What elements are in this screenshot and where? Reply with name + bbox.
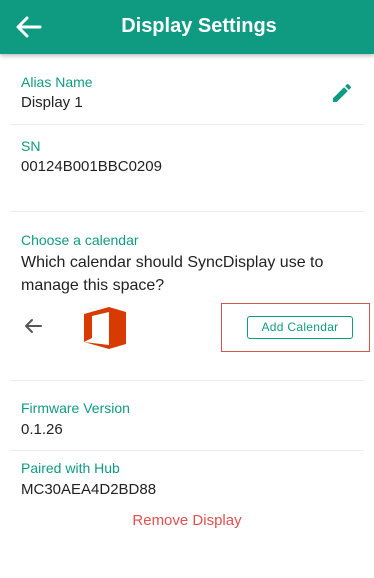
remove-display-button[interactable]: Remove Display <box>0 512 374 529</box>
app-bar: Display Settings <box>0 0 374 54</box>
sn-value: 00124B001BBC0209 <box>21 158 162 175</box>
add-calendar-button[interactable]: Add Calendar <box>247 316 353 339</box>
office-365-icon[interactable] <box>82 306 128 350</box>
firmware-value: 0.1.26 <box>21 421 63 438</box>
hub-value: MC30AEA4D2BD88 <box>21 481 157 498</box>
alias-name-label: Alias Name <box>21 74 93 90</box>
alias-name-value: Display 1 <box>21 94 83 111</box>
calendar-question: Which calendar should SyncDisplay use to… <box>21 254 324 294</box>
divider <box>10 450 364 451</box>
firmware-label: Firmware Version <box>21 400 130 416</box>
arrow-left-icon <box>25 319 42 333</box>
divider <box>10 380 364 381</box>
divider <box>10 211 364 212</box>
edit-alias-button[interactable] <box>330 81 354 105</box>
sn-label: SN <box>21 138 41 154</box>
divider <box>10 124 364 125</box>
calendar-back-button[interactable] <box>22 316 44 336</box>
pencil-icon <box>333 83 352 102</box>
page-title: Display Settings <box>121 15 277 37</box>
calendar-label: Choose a calendar <box>21 232 139 248</box>
hub-label: Paired with Hub <box>21 460 120 476</box>
